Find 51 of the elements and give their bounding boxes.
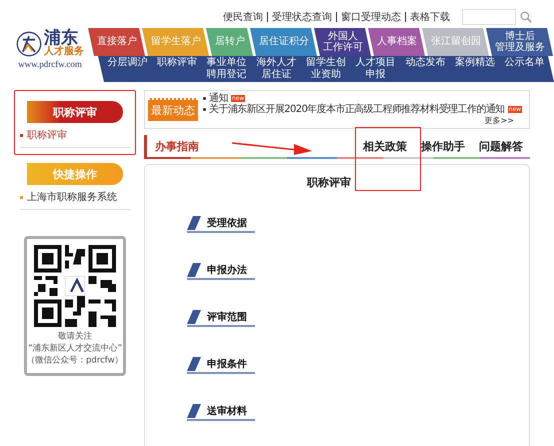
slanted-bar-icon	[187, 357, 201, 371]
logo-url: www.pdrcfw.com	[18, 59, 82, 69]
news-link[interactable]: 通知	[209, 93, 228, 104]
sub-nav-link[interactable]: 人才项目申报	[352, 57, 400, 81]
sub-nav-link[interactable]: 留学生创业资助	[302, 57, 350, 81]
sub-nav-link[interactable]: 动态发布	[402, 57, 449, 81]
qr-caption: （微信公众号：pdrcfw）	[26, 356, 124, 366]
slanted-bar-icon	[187, 404, 201, 418]
slanted-bar-icon	[187, 310, 201, 324]
logo-name: 浦东	[44, 30, 78, 47]
section-heading: 申报条件	[207, 358, 247, 371]
tab[interactable]: 相关政策	[356, 138, 414, 154]
sub-nav-link[interactable]: 职称评审	[154, 57, 200, 81]
section-heading: 受理依据	[207, 216, 247, 230]
section-header: 职称评审	[27, 101, 123, 123]
nav-tile[interactable]: 居住证积分	[250, 28, 317, 56]
section-heading: 送审材料	[207, 404, 247, 418]
search-field[interactable]	[462, 9, 516, 25]
qr-caption: “浦东新区人才交流中心”	[28, 344, 122, 354]
tab[interactable]: 操作助手	[414, 138, 472, 154]
slanted-bar-icon	[187, 216, 201, 230]
news-badge: 最新动态	[148, 98, 198, 121]
top-link[interactable]: 表格下载	[410, 10, 450, 24]
sub-nav-link[interactable]: 分层调沪	[104, 57, 151, 81]
nav-tile[interactable]: 外国人 工作许可	[314, 28, 371, 56]
logo-subtitle: 人才服务	[44, 47, 84, 57]
sub-nav-link[interactable]: 海外人才居住证	[253, 57, 300, 81]
sub-nav-link[interactable]: 事业单位聘用登记	[203, 57, 250, 81]
sidebar-item[interactable]: 职称评审	[20, 123, 130, 148]
top-link[interactable]: 窗口受理动态	[341, 10, 401, 24]
qr-caption: 敬请关注	[58, 332, 92, 342]
slanted-bar-icon	[187, 263, 201, 277]
nav-tile[interactable]: 人事档案	[368, 28, 425, 56]
tab[interactable]: 问题解答	[472, 138, 530, 154]
logo-emblem-icon	[16, 30, 42, 56]
top-link[interactable]: 受理状态查询	[272, 10, 332, 24]
section-header: 快捷操作	[27, 163, 123, 185]
section-heading: 评审范围	[207, 310, 247, 324]
search-icon[interactable]	[520, 11, 532, 23]
sub-nav-link[interactable]: 案例精选	[452, 57, 498, 81]
tab[interactable]: 办事指南	[155, 138, 206, 154]
sub-nav-link[interactable]: 公示名单	[501, 57, 548, 81]
news-link[interactable]: 关于浦东新区开展2020年度本市正高级工程师推荐材料受理工作的通知	[209, 104, 505, 115]
nav-tile[interactable]: 博士后 管理及服务	[486, 28, 553, 56]
nav-tile[interactable]: 直接落户	[88, 28, 145, 56]
top-link[interactable]: 便民查询	[223, 10, 263, 24]
content-title: 职称评审	[307, 175, 352, 190]
section-heading: 申报办法	[207, 264, 247, 277]
qr-code-icon	[34, 245, 116, 327]
quick-link[interactable]: 上海市职称服务系统	[20, 185, 130, 210]
more-link[interactable]: 更多>>	[484, 115, 514, 126]
